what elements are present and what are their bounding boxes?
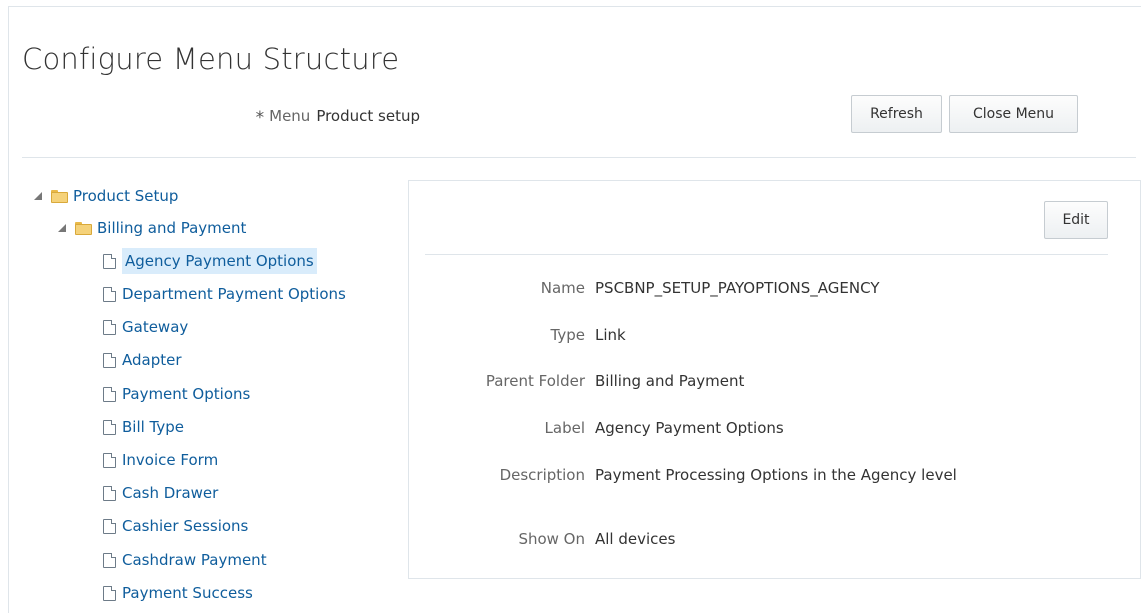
collapse-triangle-icon[interactable]: [58, 224, 66, 232]
tree-item-bill-type[interactable]: Bill Type: [103, 413, 184, 441]
tree-item-invoice-form[interactable]: Invoice Form: [103, 446, 218, 474]
field-label-show-on: Show On: [518, 530, 585, 548]
tree-item-cash-drawer[interactable]: Cash Drawer: [103, 479, 218, 507]
tree-item-label: Agency Payment Options: [122, 248, 317, 274]
edit-button[interactable]: Edit: [1044, 201, 1108, 239]
tree-item-label: Gateway: [122, 318, 189, 336]
tree-node-label: Billing and Payment: [97, 219, 247, 237]
tree-item-label: Invoice Form: [122, 451, 219, 469]
tree-item-department-payment-options[interactable]: Department Payment Options: [103, 280, 346, 308]
detail-divider: [425, 254, 1108, 255]
field-value-show-on: All devices: [595, 530, 676, 548]
required-marker: *: [255, 108, 265, 128]
tree-item-payment-success[interactable]: Payment Success: [103, 579, 253, 607]
document-icon: [103, 585, 116, 601]
field-value-label: Agency Payment Options: [595, 419, 784, 437]
menu-selector: * Menu Product setup: [0, 107, 420, 128]
document-icon: [103, 386, 116, 402]
field-value-description: Payment Processing Options in the Agency…: [595, 466, 957, 484]
refresh-button[interactable]: Refresh: [851, 95, 942, 133]
document-icon: [103, 518, 116, 534]
field-label-parent-folder: Parent Folder: [485, 372, 585, 390]
tree-node-product-setup[interactable]: Product Setup: [34, 182, 178, 210]
tree-item-cashier-sessions[interactable]: Cashier Sessions: [103, 512, 248, 540]
field-value-parent-folder: Billing and Payment: [595, 372, 745, 390]
page-title: Configure Menu Structure: [22, 42, 400, 76]
document-icon: [103, 286, 116, 302]
close-menu-button[interactable]: Close Menu: [949, 95, 1078, 133]
header-divider: [22, 157, 1136, 158]
tree-item-payment-options[interactable]: Payment Options: [103, 380, 250, 408]
tree-item-label: Bill Type: [122, 418, 185, 436]
tree-item-label: Payment Success: [122, 584, 253, 602]
folder-icon: [75, 221, 92, 235]
folder-icon: [51, 189, 68, 203]
document-icon: [103, 352, 116, 368]
tree-item-label: Department Payment Options: [122, 285, 346, 303]
field-label-type: Type: [550, 326, 585, 344]
tree-item-gateway[interactable]: Gateway: [103, 313, 188, 341]
menu-label: Menu: [269, 107, 311, 125]
field-label-label: Label: [544, 419, 585, 437]
tree-item-cashdraw-payment[interactable]: Cashdraw Payment: [103, 546, 267, 574]
document-icon: [103, 485, 116, 501]
tree-node-billing-and-payment[interactable]: Billing and Payment: [58, 214, 246, 242]
document-icon: [103, 319, 116, 335]
tree-item-label: Cashier Sessions: [122, 517, 249, 535]
field-value-type: Link: [595, 326, 626, 344]
tree-item-adapter[interactable]: Adapter: [103, 346, 182, 374]
tree-item-agency-payment-options[interactable]: Agency Payment Options: [103, 247, 317, 275]
tree-item-label: Cashdraw Payment: [122, 551, 267, 569]
field-label-name: Name: [540, 279, 585, 297]
field-label-description: Description: [499, 466, 585, 484]
document-icon: [103, 253, 116, 269]
tree-item-label: Adapter: [122, 351, 182, 369]
field-value-name: PSCBNP_SETUP_PAYOPTIONS_AGENCY: [595, 279, 880, 297]
tree-node-label: Product Setup: [73, 187, 179, 205]
menu-value: Product setup: [316, 107, 420, 125]
document-icon: [103, 419, 116, 435]
detail-panel: Edit Name PSCBNP_SETUP_PAYOPTIONS_AGENCY…: [408, 180, 1141, 579]
collapse-triangle-icon[interactable]: [34, 192, 42, 200]
document-icon: [103, 452, 116, 468]
tree-item-label: Cash Drawer: [122, 484, 219, 502]
tree-item-label: Payment Options: [122, 385, 251, 403]
document-icon: [103, 552, 116, 568]
